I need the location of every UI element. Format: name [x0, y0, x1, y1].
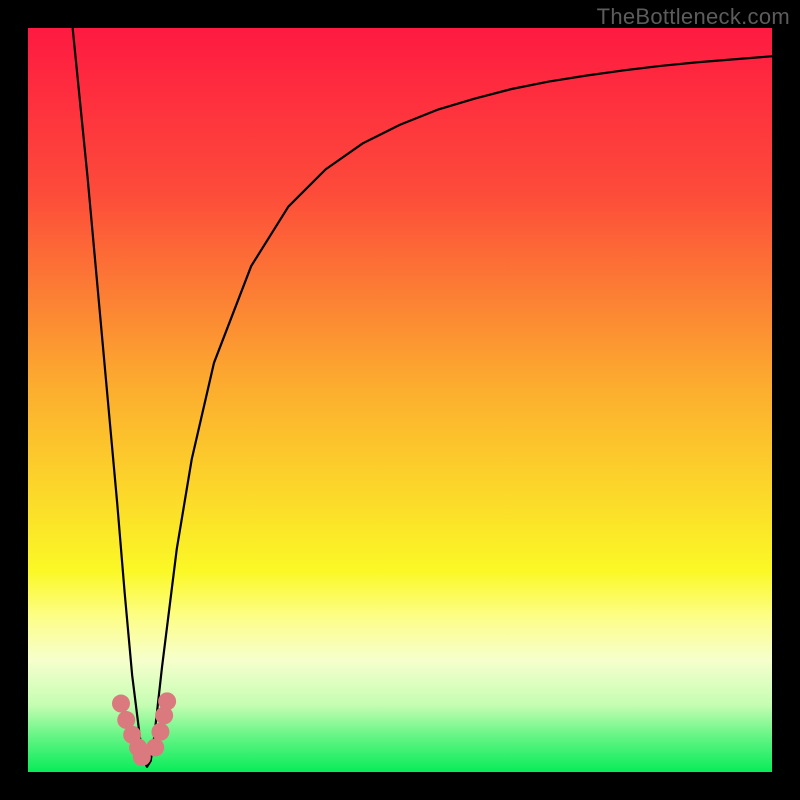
min-marker — [151, 723, 169, 741]
min-marker — [146, 738, 164, 756]
plot-area — [28, 28, 772, 772]
min-marker — [158, 692, 176, 710]
chart-frame: TheBottleneck.com — [0, 0, 800, 800]
chart-svg — [28, 28, 772, 772]
gradient-background — [28, 28, 772, 772]
min-marker — [112, 695, 130, 713]
brand-watermark: TheBottleneck.com — [597, 4, 790, 30]
